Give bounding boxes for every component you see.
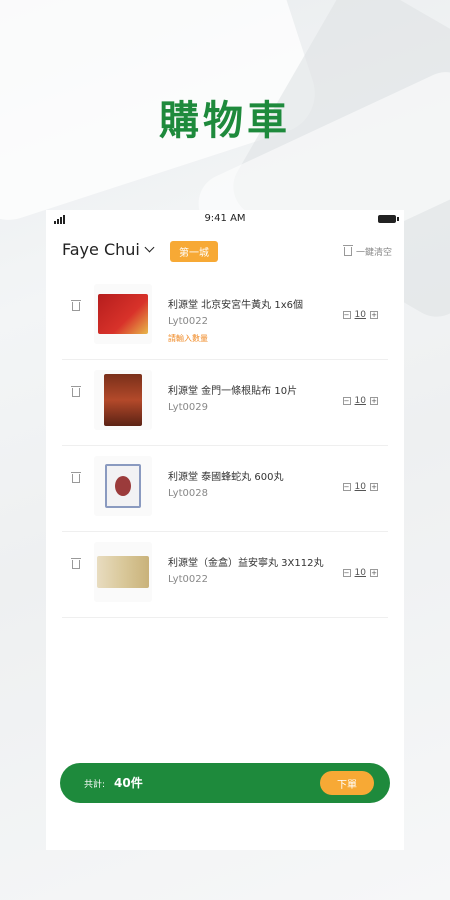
plus-icon[interactable]: + xyxy=(370,397,378,405)
quantity-stepper: − 10 + xyxy=(342,396,378,406)
quantity-value[interactable]: 10 xyxy=(355,396,366,406)
trash-icon[interactable] xyxy=(71,558,81,569)
trash-icon[interactable] xyxy=(71,472,81,483)
cart-header: Faye Chui 第一城 一鍵清空 xyxy=(46,230,404,274)
product-image[interactable] xyxy=(94,456,152,516)
plus-icon[interactable]: + xyxy=(370,483,378,491)
cart-item: 利源堂 金門一條根貼布 10片 Lyt0029 − 10 + xyxy=(62,360,388,446)
quantity-value[interactable]: 10 xyxy=(355,482,366,492)
item-name: 利源堂 泰國蜂蛇丸 600丸 xyxy=(168,472,284,483)
user-name: Faye Chui xyxy=(62,240,140,259)
cart-item: 利源堂 泰國蜂蛇丸 600丸 Lyt0028 − 10 + xyxy=(62,446,388,532)
product-image[interactable] xyxy=(94,284,152,344)
item-code: Lyt0029 xyxy=(168,402,208,413)
status-bar: 9:41 AM xyxy=(46,210,404,230)
trash-icon[interactable] xyxy=(71,300,81,311)
minus-icon[interactable]: − xyxy=(342,311,351,319)
item-code: Lyt0022 xyxy=(168,316,208,327)
clear-cart-button[interactable]: 一鍵清空 xyxy=(342,245,392,258)
status-time: 9:41 AM xyxy=(204,213,246,224)
item-name: 利源堂（金盒）益安寧丸 3X112丸 xyxy=(168,558,324,569)
hero-title: 購物車 xyxy=(159,98,291,144)
item-name: 利源堂 金門一條根貼布 10片 xyxy=(168,386,298,397)
item-code: Lyt0022 xyxy=(168,574,208,585)
cart-list: 利源堂 北京安宮牛黃丸 1x6個 Lyt0022 請輸入數量 − 10 + 利源… xyxy=(46,274,404,618)
phone-screen: 9:41 AM Faye Chui 第一城 一鍵清空 利源堂 北京安宮牛黃丸 1… xyxy=(46,210,404,850)
cart-item: 利源堂 北京安宮牛黃丸 1x6個 Lyt0022 請輸入數量 − 10 + xyxy=(62,274,388,360)
total-value: 40件 xyxy=(114,776,143,790)
quantity-stepper: − 10 + xyxy=(342,482,378,492)
minus-icon[interactable]: − xyxy=(342,483,351,491)
trash-icon xyxy=(342,245,353,256)
item-name: 利源堂 北京安宮牛黃丸 1x6個 xyxy=(168,300,303,311)
trash-icon[interactable] xyxy=(71,386,81,397)
user-selector[interactable]: Faye Chui xyxy=(62,240,155,259)
total-label: 共計: xyxy=(84,780,106,790)
item-note: 請輸入數量 xyxy=(168,334,208,343)
quantity-value[interactable]: 10 xyxy=(355,568,366,578)
minus-icon[interactable]: − xyxy=(342,397,351,405)
item-code: Lyt0028 xyxy=(168,488,208,499)
checkout-bar: 共計: 40件 下單 xyxy=(60,763,390,803)
place-order-button[interactable]: 下單 xyxy=(320,771,374,795)
product-image[interactable] xyxy=(94,542,152,602)
quantity-value[interactable]: 10 xyxy=(355,310,366,320)
chevron-down-icon xyxy=(144,242,155,253)
quantity-stepper: − 10 + xyxy=(342,568,378,578)
clear-cart-label: 一鍵清空 xyxy=(355,248,392,258)
quantity-stepper: − 10 + xyxy=(342,310,378,320)
cart-item: 利源堂（金盒）益安寧丸 3X112丸 Lyt0022 − 10 + xyxy=(62,532,388,618)
product-image[interactable] xyxy=(94,370,152,430)
plus-icon[interactable]: + xyxy=(370,311,378,319)
battery-icon xyxy=(378,215,399,223)
minus-icon[interactable]: − xyxy=(342,569,351,577)
plus-icon[interactable]: + xyxy=(370,569,378,577)
city-badge[interactable]: 第一城 xyxy=(170,241,218,262)
